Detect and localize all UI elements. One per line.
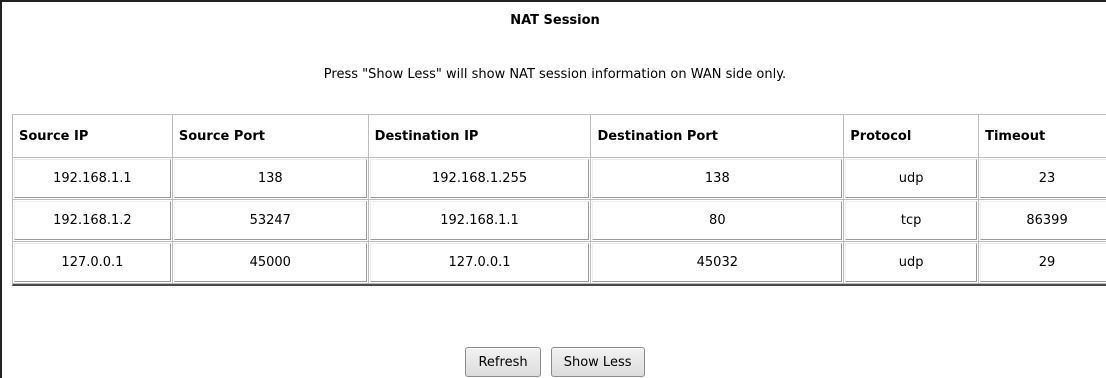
cell-source-ip: 127.0.0.1 <box>13 242 173 284</box>
show-less-button[interactable]: Show Less <box>550 347 645 377</box>
cell-destination-port: 45032 <box>591 242 845 284</box>
column-header-source-port: Source Port <box>172 115 369 158</box>
nat-session-table: Source IP Source Port Destination IP Des… <box>12 114 1106 286</box>
cell-timeout: 23 <box>979 158 1106 200</box>
cell-timeout: 29 <box>979 242 1106 284</box>
cell-destination-ip: 192.168.1.1 <box>368 200 592 242</box>
column-header-destination-port: Destination Port <box>591 115 845 158</box>
cell-destination-ip: 127.0.0.1 <box>368 242 592 284</box>
nat-session-panel: NAT Session Press "Show Less" will show … <box>0 0 1106 378</box>
table-row: 192.168.1.2 53247 192.168.1.1 80 tcp 863… <box>13 200 1106 242</box>
cell-source-ip: 192.168.1.1 <box>13 158 173 200</box>
cell-destination-port: 80 <box>591 200 845 242</box>
cell-source-ip: 192.168.1.2 <box>13 200 173 242</box>
table-row: 127.0.0.1 45000 127.0.0.1 45032 udp 29 <box>13 242 1106 284</box>
table-row: 192.168.1.1 138 192.168.1.255 138 udp 23 <box>13 158 1106 200</box>
cell-protocol: udp <box>844 242 980 284</box>
cell-protocol: tcp <box>844 200 980 242</box>
cell-timeout: 86399 <box>979 200 1106 242</box>
cell-destination-port: 138 <box>591 158 845 200</box>
column-header-protocol: Protocol <box>844 115 980 158</box>
cell-protocol: udp <box>844 158 980 200</box>
cell-source-port: 138 <box>172 158 369 200</box>
table-header-row: Source IP Source Port Destination IP Des… <box>13 115 1106 158</box>
column-header-destination-ip: Destination IP <box>368 115 592 158</box>
button-bar: Refresh Show Less <box>2 347 1106 377</box>
page-title: NAT Session <box>510 13 600 28</box>
column-header-source-ip: Source IP <box>13 115 173 158</box>
column-header-timeout: Timeout <box>979 115 1106 158</box>
refresh-button[interactable]: Refresh <box>465 347 541 377</box>
cell-source-port: 53247 <box>172 200 369 242</box>
cell-destination-ip: 192.168.1.255 <box>368 158 592 200</box>
info-note: Press "Show Less" will show NAT session … <box>323 67 787 82</box>
cell-source-port: 45000 <box>172 242 369 284</box>
